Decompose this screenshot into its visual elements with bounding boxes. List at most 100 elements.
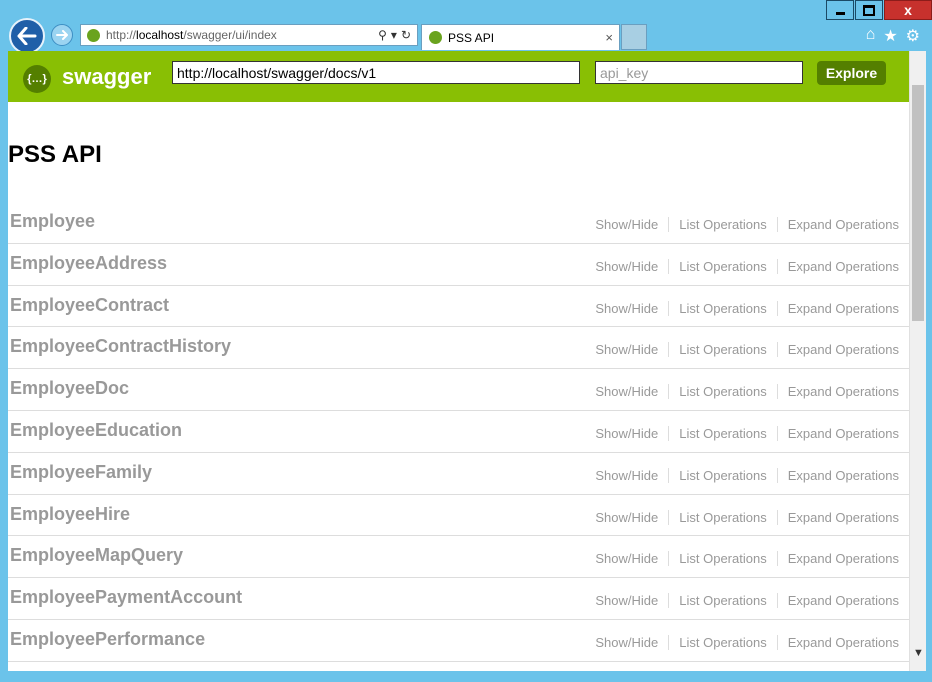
list-operations-link[interactable]: List Operations xyxy=(668,509,776,525)
show-hide-link[interactable]: Show/Hide xyxy=(585,301,668,316)
resource-operations: Show/Hide List Operations Expand Operation… xyxy=(585,217,899,232)
resource-name[interactable]: EmployeeEducation xyxy=(10,420,182,441)
expand-operations-link[interactable]: Expand Operations xyxy=(776,467,899,483)
api-key-input[interactable] xyxy=(595,61,803,84)
url-path: /swagger/ui/index xyxy=(183,28,277,42)
address-bar[interactable]: http://localhost/swagger/ui/index ⚲ ▾ ↻ xyxy=(80,24,418,46)
resource-operations: Show/Hide List Operations Expand Operation… xyxy=(585,258,899,274)
search-icon[interactable]: ⚲ xyxy=(378,28,387,42)
expand-operations-link[interactable]: Expand Operations xyxy=(776,634,899,650)
resource-operations: Show/Hide List Operations Expand Operation… xyxy=(585,593,899,609)
show-hide-link[interactable]: Show/Hide xyxy=(585,426,668,441)
tab-close-icon[interactable]: × xyxy=(605,30,613,45)
maximize-icon xyxy=(863,4,875,16)
show-hide-link[interactable]: Show/Hide xyxy=(585,217,668,232)
resource-operations: Show/Hide List Operations Expand Operation… xyxy=(585,634,899,650)
resource-row: EmployeeMapQuery Show/Hide List Operations… xyxy=(8,536,909,579)
resource-row: EmployeeContract Show/Hide List Operations… xyxy=(8,286,909,328)
expand-operations-link[interactable]: Expand Operations xyxy=(776,300,899,316)
show-hide-link[interactable]: Show/Hide xyxy=(585,510,668,525)
resource-operations: Show/Hide List Operations Expand Operation… xyxy=(585,509,899,525)
home-icon[interactable]: ⌂ xyxy=(866,26,876,46)
resource-row: EmployeePaymentAccount Show/Hide List Oper… xyxy=(8,578,909,620)
resource-operations: Show/Hide List Operations Expand Operation… xyxy=(585,425,899,441)
list-operations-link[interactable]: List Operations xyxy=(668,384,776,400)
list-operations-link[interactable]: List Operations xyxy=(668,425,776,441)
list-operations-link[interactable]: List Operations xyxy=(668,551,776,567)
settings-gear-icon[interactable]: ⚙ xyxy=(906,26,920,46)
swagger-header: {…} swagger Explore xyxy=(8,51,909,102)
list-operations-link[interactable]: List Operations xyxy=(668,593,776,609)
list-operations-link[interactable]: List Operations xyxy=(668,342,776,358)
dropdown-icon[interactable]: ▾ xyxy=(391,28,397,42)
address-url[interactable]: http://localhost/swagger/ui/index xyxy=(106,28,378,42)
docs-url-input[interactable] xyxy=(172,61,580,84)
swagger-brand[interactable]: swagger xyxy=(62,64,151,90)
expand-operations-link[interactable]: Expand Operations xyxy=(776,217,899,232)
favorites-star-icon[interactable]: ★ xyxy=(883,26,897,46)
resource-list: Employee Show/Hide List Operations Expand O… xyxy=(8,202,909,662)
resource-name[interactable]: EmployeeContract xyxy=(10,295,169,316)
minimize-button[interactable] xyxy=(826,0,854,20)
url-prefix: http:// xyxy=(106,28,137,42)
resource-row: EmployeeHire Show/Hide List Operations Expa… xyxy=(8,495,909,537)
resource-operations: Show/Hide List Operations Expand Operation… xyxy=(585,300,899,316)
refresh-icon[interactable]: ↻ xyxy=(401,28,411,42)
scrollbar-thumb[interactable] xyxy=(912,85,924,321)
expand-operations-link[interactable]: Expand Operations xyxy=(776,258,899,274)
list-operations-link[interactable]: List Operations xyxy=(668,217,776,232)
resource-name[interactable]: EmployeePaymentAccount xyxy=(10,587,242,608)
scroll-down-icon[interactable]: ▼ xyxy=(913,647,924,659)
explore-button[interactable]: Explore xyxy=(817,61,886,85)
show-hide-link[interactable]: Show/Hide xyxy=(585,635,668,650)
show-hide-link[interactable]: Show/Hide xyxy=(585,384,668,399)
resource-name[interactable]: Employee xyxy=(10,211,95,232)
list-operations-link[interactable]: List Operations xyxy=(668,258,776,274)
site-favicon-icon xyxy=(87,28,100,42)
resource-name[interactable]: EmployeeDoc xyxy=(10,378,129,399)
tab-title: PSS API xyxy=(448,30,495,45)
resource-row: EmployeeEducation Show/Hide List Operation… xyxy=(8,411,909,453)
minimize-icon xyxy=(835,11,845,15)
maximize-button[interactable] xyxy=(855,0,883,20)
forward-button[interactable] xyxy=(51,24,73,46)
resource-name[interactable]: EmployeePerformance xyxy=(10,629,205,650)
page-viewport: {…} swagger Explore PSS API Employee Show… xyxy=(8,51,926,671)
page-title: PSS API xyxy=(8,141,102,168)
expand-operations-link[interactable]: Expand Operations xyxy=(776,342,899,358)
browser-toolbar-icons: ⌂ ★ ⚙ xyxy=(866,26,920,46)
expand-operations-link[interactable]: Expand Operations xyxy=(776,425,899,441)
back-arrow-icon xyxy=(17,27,37,45)
new-tab-button[interactable] xyxy=(621,24,647,50)
expand-operations-link[interactable]: Expand Operations xyxy=(776,509,899,525)
back-button[interactable] xyxy=(9,18,45,54)
show-hide-link[interactable]: Show/Hide xyxy=(585,551,668,566)
resource-operations: Show/Hide List Operations Expand Operation… xyxy=(585,342,899,358)
resource-name[interactable]: EmployeeContractHistory xyxy=(10,336,231,357)
expand-operations-link[interactable]: Expand Operations xyxy=(776,551,899,567)
swagger-logo-icon[interactable]: {…} xyxy=(23,65,51,93)
resource-operations: Show/Hide List Operations Expand Operation… xyxy=(585,384,899,400)
resource-name[interactable]: EmployeeHire xyxy=(10,504,130,525)
resource-name[interactable]: EmployeeMapQuery xyxy=(10,545,183,566)
resource-row: EmployeeDoc Show/Hide List Operations Expan… xyxy=(8,369,909,411)
show-hide-link[interactable]: Show/Hide xyxy=(585,259,668,274)
tab-pss-api[interactable]: PSS API × xyxy=(421,24,620,50)
close-window-button[interactable]: x xyxy=(884,0,932,20)
expand-operations-link[interactable]: Expand Operations xyxy=(776,384,899,400)
resource-row: EmployeeFamily Show/Hide List Operations Ex… xyxy=(8,453,909,495)
show-hide-link[interactable]: Show/Hide xyxy=(585,468,668,483)
tab-favicon-icon xyxy=(429,31,442,44)
list-operations-link[interactable]: List Operations xyxy=(668,300,776,316)
expand-operations-link[interactable]: Expand Operations xyxy=(776,593,899,609)
list-operations-link[interactable]: List Operations xyxy=(668,467,776,483)
resource-name[interactable]: EmployeeFamily xyxy=(10,462,152,483)
forward-arrow-icon xyxy=(56,30,68,40)
resource-operations: Show/Hide List Operations Expand Operation… xyxy=(585,551,899,567)
resource-operations: Show/Hide List Operations Expand Operation… xyxy=(585,467,899,483)
vertical-scrollbar[interactable]: ▼ xyxy=(909,51,926,671)
show-hide-link[interactable]: Show/Hide xyxy=(585,342,668,357)
resource-name[interactable]: EmployeeAddress xyxy=(10,253,167,274)
show-hide-link[interactable]: Show/Hide xyxy=(585,593,668,608)
list-operations-link[interactable]: List Operations xyxy=(668,634,776,650)
